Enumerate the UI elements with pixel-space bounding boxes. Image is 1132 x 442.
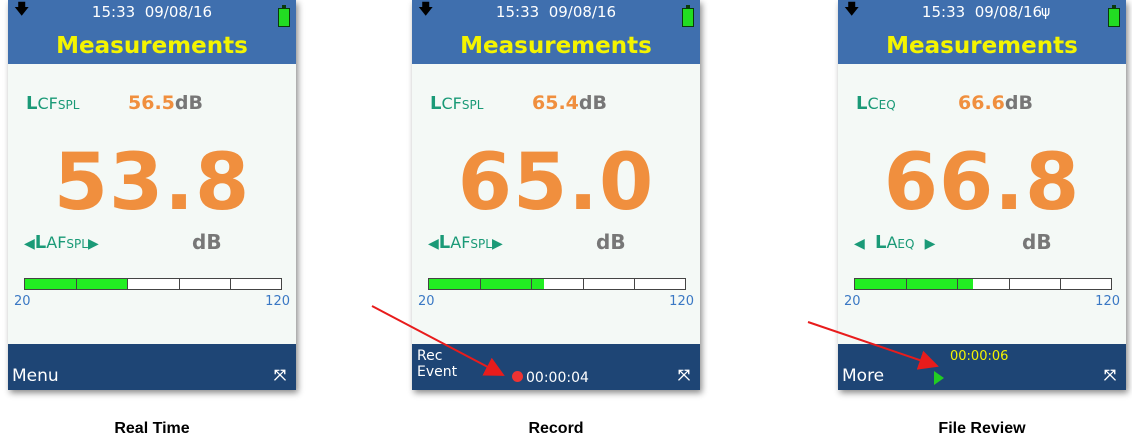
caption-real-time: Real Time xyxy=(114,420,190,437)
annotation-arrows xyxy=(371,305,939,376)
caption-file-review: File Review xyxy=(938,420,1026,437)
arrow-to-record-time xyxy=(371,305,505,376)
arrow-to-play-time xyxy=(807,321,939,370)
caption-record: Record xyxy=(528,420,584,437)
